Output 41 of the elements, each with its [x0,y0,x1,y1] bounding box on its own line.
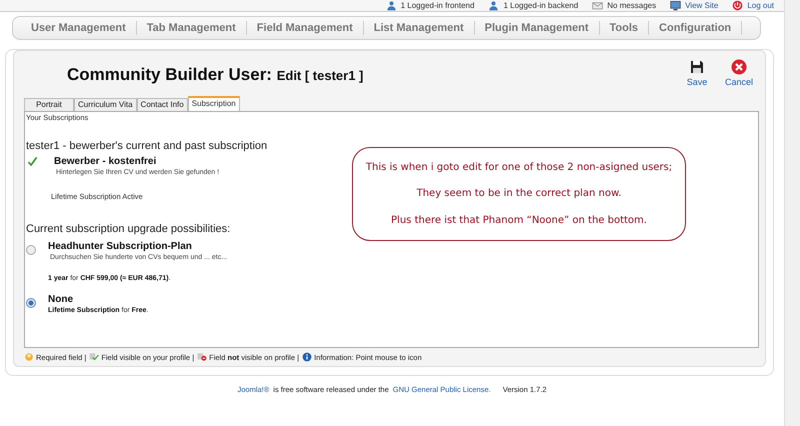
status-text: No messages [607,0,656,10]
tab[interactable]: Curriculum Vita [74,98,137,111]
page-title: Community Builder User: [67,65,273,84]
menu-item[interactable]: User Management [21,21,137,35]
radio-button[interactable] [26,245,36,255]
hidden-field-icon [197,352,208,362]
tab[interactable]: Contact Info [136,98,188,111]
status-text: 1 Logged-in frontend [400,0,474,10]
page-subtitle: Edit [ tester1 ] [276,68,364,83]
tab[interactable]: Subscription [188,96,240,111]
menu-item[interactable]: Field Management [246,21,364,35]
envelope-icon [592,0,604,11]
annotation-text: This is when i goto edit for one of those 2 non-asigned users; [366,162,672,173]
radio-button[interactable] [26,298,36,308]
visible-field-icon [89,352,100,362]
subscription-title: tester1 - bewerber's current and past subscription [26,140,268,152]
person-icon [488,0,500,11]
checkmark-icon [27,156,38,167]
info-icon [302,352,312,362]
plan-name: None [48,294,74,305]
status-text: 1 Logged-in backend [503,0,578,10]
scrollbar[interactable] [784,0,800,426]
annotation-text: Plus there ist that Phanom “Noone” on the bottom. [391,215,647,226]
plan-name: Headhunter Subscription-Plan [48,241,193,252]
top-link[interactable]: View Site [685,0,718,10]
menu-item[interactable]: Tools [600,21,650,35]
top-link[interactable]: Log out [747,0,774,10]
annotation-text: They seem to be in the correct plan now. [416,188,622,200]
menu-item[interactable]: Tab Management [136,21,247,35]
menu-item[interactable]: Configuration [649,21,742,35]
close-icon [731,59,748,75]
cancel-button[interactable]: Cancel [725,59,754,87]
save-button[interactable]: Save [683,59,712,87]
menu-item[interactable]: Plugin Management [474,21,600,35]
warning-dot-icon [24,352,34,362]
person-icon [386,0,397,11]
tab[interactable]: Portrait [24,98,74,111]
menu-item[interactable]: List Management [364,21,475,35]
monitor-icon [670,0,682,11]
upgrade-title: Current subscription upgrade possibilities: [26,223,232,235]
plan-name: Bewerber - kostenfrei [54,156,158,167]
